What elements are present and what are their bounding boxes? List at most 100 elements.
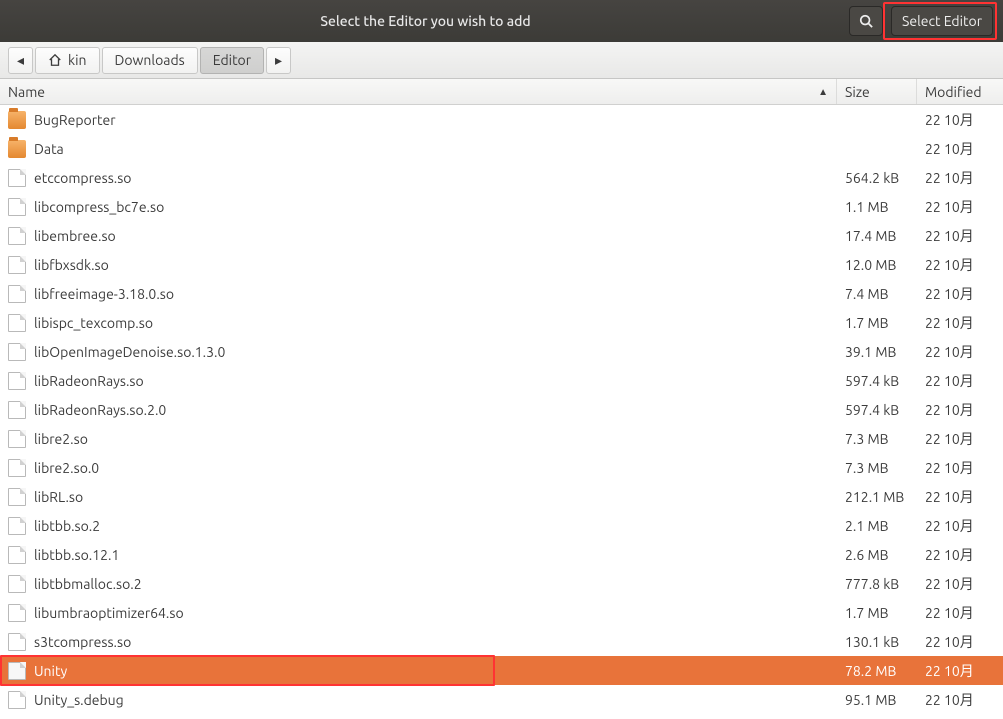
file-name: libtbb.so.12.1 <box>34 547 837 563</box>
file-size: 597.4 kB <box>837 402 917 418</box>
file-size: 564.2 kB <box>837 170 917 186</box>
file-modified: 22 10月 <box>917 429 1003 449</box>
file-size: 130.1 kB <box>837 634 917 650</box>
file-list[interactable]: BugReporter22 10月Data22 10月etccompress.s… <box>0 105 1003 719</box>
file-row[interactable]: libre2.so7.3 MB22 10月 <box>0 424 1003 453</box>
column-name[interactable]: Name ▲ <box>0 79 837 104</box>
file-row[interactable]: libRadeonRays.so597.4 kB22 10月 <box>0 366 1003 395</box>
file-size: 777.8 kB <box>837 576 917 592</box>
file-modified: 22 10月 <box>917 487 1003 507</box>
file-icon <box>8 662 26 680</box>
select-editor-button[interactable]: Select Editor <box>891 6 993 36</box>
file-row[interactable]: Data22 10月 <box>0 134 1003 163</box>
file-size: 7.3 MB <box>837 431 917 447</box>
file-icon <box>8 517 26 535</box>
file-row[interactable]: libOpenImageDenoise.so.1.3.039.1 MB22 10… <box>0 337 1003 366</box>
select-editor-label: Select Editor <box>902 13 982 29</box>
file-icon <box>8 256 26 274</box>
file-name: libembree.so <box>34 228 837 244</box>
file-row[interactable]: libfbxsdk.so12.0 MB22 10月 <box>0 250 1003 279</box>
file-name: libtbbmalloc.so.2 <box>34 576 837 592</box>
file-modified: 22 10月 <box>917 632 1003 652</box>
file-modified: 22 10月 <box>917 197 1003 217</box>
folder-icon <box>8 140 26 158</box>
file-row[interactable]: BugReporter 22 10月 <box>0 105 1003 134</box>
file-name: libRL.so <box>34 489 837 505</box>
file-row[interactable]: libispc_texcomp.so1.7 MB22 10月 <box>0 308 1003 337</box>
file-modified: 22 10月 <box>917 400 1003 420</box>
file-modified: 22 10月 <box>917 574 1003 594</box>
chevron-left-icon: ◂ <box>17 52 24 69</box>
file-name: libre2.so.0 <box>34 460 837 476</box>
file-name: libRadeonRays.so.2.0 <box>34 402 837 418</box>
column-size[interactable]: Size <box>837 79 917 104</box>
file-size: 1.1 MB <box>837 199 917 215</box>
file-modified: 22 10月 <box>917 661 1003 681</box>
file-row[interactable]: libtbb.so.22.1 MB22 10月 <box>0 511 1003 540</box>
file-name: libcompress_bc7e.so <box>34 199 837 215</box>
file-icon <box>8 227 26 245</box>
file-size: 17.4 MB <box>837 228 917 244</box>
file-row[interactable]: libembree.so17.4 MB22 10月 <box>0 221 1003 250</box>
file-row[interactable]: libtbb.so.12.12.6 MB22 10月 <box>0 540 1003 569</box>
file-modified: 22 10月 <box>917 255 1003 275</box>
file-modified: 22 10月 <box>917 690 1003 710</box>
back-button[interactable]: ◂ <box>8 47 33 74</box>
breadcrumb-home[interactable]: kin <box>35 47 99 74</box>
file-name: libispc_texcomp.so <box>34 315 837 331</box>
file-modified: 22 10月 <box>917 284 1003 304</box>
file-name: libfreeimage-3.18.0.so <box>34 286 837 302</box>
file-row[interactable]: libfreeimage-3.18.0.so7.4 MB22 10月 <box>0 279 1003 308</box>
file-row[interactable]: libcompress_bc7e.so1.1 MB22 10月 <box>0 192 1003 221</box>
file-name: etccompress.so <box>34 170 837 186</box>
file-size: 597.4 kB <box>837 373 917 389</box>
file-modified: 22 10月 <box>917 110 1003 130</box>
search-button[interactable] <box>849 6 883 36</box>
file-name: Unity_s.debug <box>34 692 837 708</box>
column-name-label: Name <box>8 84 45 100</box>
file-size: 7.3 MB <box>837 460 917 476</box>
column-size-label: Size <box>845 84 870 100</box>
file-row[interactable]: etccompress.so564.2 kB22 10月 <box>0 163 1003 192</box>
file-icon <box>8 401 26 419</box>
file-size: 1.7 MB <box>837 605 917 621</box>
file-row[interactable]: s3tcompress.so130.1 kB22 10月 <box>0 627 1003 656</box>
breadcrumb-label: Downloads <box>115 52 185 68</box>
file-row[interactable]: Unity_s.debug95.1 MB22 10月 <box>0 685 1003 714</box>
file-name: Unity <box>34 663 837 679</box>
file-size: 78.2 MB <box>837 663 917 679</box>
file-modified: 22 10月 <box>917 371 1003 391</box>
file-row[interactable]: libtbbmalloc.so.2777.8 kB22 10月 <box>0 569 1003 598</box>
file-icon <box>8 372 26 390</box>
file-modified: 22 10月 <box>917 139 1003 159</box>
window-title: Select the Editor you wish to add <box>6 13 845 29</box>
file-name: libRadeonRays.so <box>34 373 837 389</box>
file-row[interactable]: Unity78.2 MB22 10月 <box>0 656 1003 685</box>
titlebar: Select the Editor you wish to add Select… <box>0 0 1003 42</box>
file-row[interactable]: libre2.so.07.3 MB22 10月 <box>0 453 1003 482</box>
file-name: BugReporter <box>34 112 837 128</box>
file-name: libOpenImageDenoise.so.1.3.0 <box>34 344 837 360</box>
breadcrumb-downloads[interactable]: Downloads <box>102 47 198 74</box>
sort-ascending-icon: ▲ <box>818 86 828 98</box>
file-row[interactable]: libRL.so212.1 MB22 10月 <box>0 482 1003 511</box>
file-name: s3tcompress.so <box>34 634 837 650</box>
breadcrumb-label: Editor <box>213 52 251 68</box>
file-icon <box>8 488 26 506</box>
breadcrumb-editor[interactable]: Editor <box>200 47 264 74</box>
file-icon <box>8 604 26 622</box>
file-icon <box>8 169 26 187</box>
file-icon <box>8 575 26 593</box>
file-icon <box>8 691 26 709</box>
file-name: libre2.so <box>34 431 837 447</box>
forward-button[interactable]: ▸ <box>266 47 291 74</box>
search-icon <box>859 14 873 28</box>
file-icon <box>8 343 26 361</box>
file-row[interactable]: libumbraoptimizer64.so1.7 MB22 10月 <box>0 598 1003 627</box>
column-modified[interactable]: Modified <box>917 79 1003 104</box>
file-row[interactable]: libRadeonRays.so.2.0597.4 kB22 10月 <box>0 395 1003 424</box>
file-name: libumbraoptimizer64.so <box>34 605 837 621</box>
file-name: libfbxsdk.so <box>34 257 837 273</box>
file-modified: 22 10月 <box>917 516 1003 536</box>
file-icon <box>8 314 26 332</box>
